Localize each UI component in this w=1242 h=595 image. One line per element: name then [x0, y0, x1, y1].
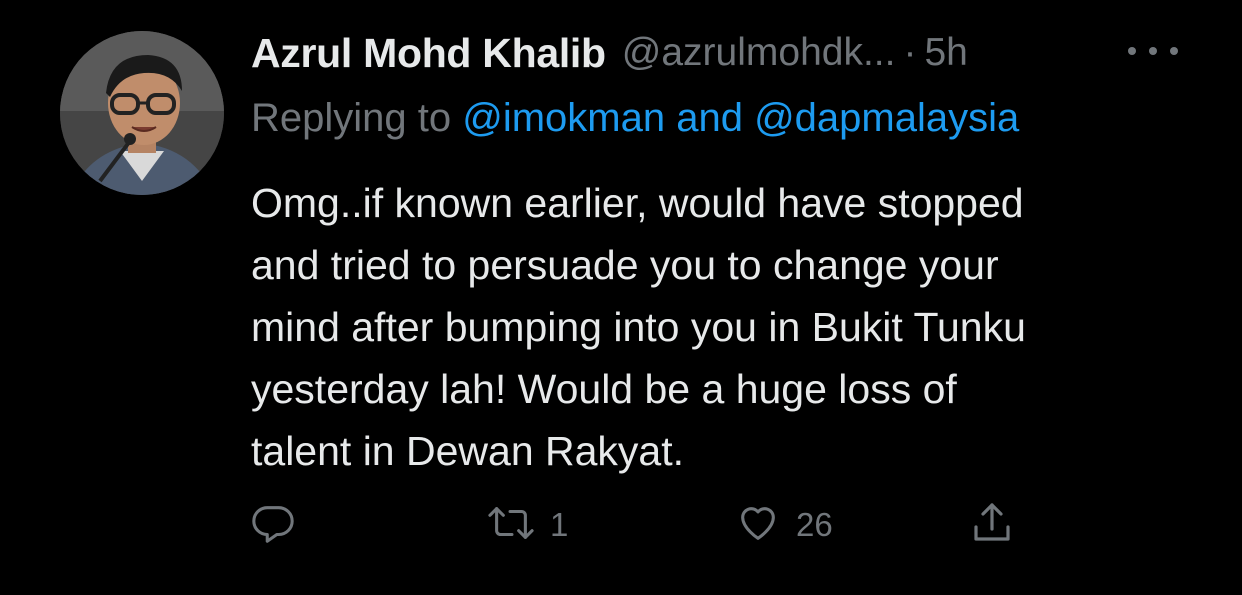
replying-to: Replying to @imokman and @dapmalaysia [251, 96, 1019, 141]
tweet-text: Omg..if known earlier, would have stoppe… [251, 180, 1026, 474]
action-bar: 1 26 [250, 500, 1050, 550]
separator-dot: · [903, 31, 917, 74]
share-icon [968, 499, 1016, 552]
retweet-icon [486, 500, 536, 551]
reply-icon [250, 500, 296, 551]
retweet-button[interactable]: 1 [486, 500, 568, 550]
author-handle[interactable]: @azrulmohdk... [622, 31, 896, 75]
retweet-count: 1 [550, 506, 569, 543]
reply-mentions[interactable]: @imokman and @dapmalaysia [462, 96, 1019, 140]
like-icon [734, 500, 782, 551]
more-icon[interactable] [1128, 40, 1178, 62]
more-dot [1149, 47, 1157, 55]
tweet-header: Azrul Mohd Khalib @azrulmohdk... · 5h [251, 28, 968, 78]
avatar[interactable] [60, 31, 224, 195]
like-count: 26 [796, 506, 833, 543]
more-dot [1170, 47, 1178, 55]
timestamp[interactable]: 5h [924, 31, 967, 75]
more-dot [1128, 47, 1136, 55]
reply-button[interactable] [250, 500, 310, 550]
like-button[interactable]: 26 [734, 500, 833, 550]
replying-to-label: Replying to [251, 96, 463, 140]
author-name[interactable]: Azrul Mohd Khalib [251, 30, 606, 77]
tweet[interactable]: Azrul Mohd Khalib @azrulmohdk... · 5h Re… [0, 0, 1242, 595]
share-button[interactable] [968, 500, 1016, 550]
